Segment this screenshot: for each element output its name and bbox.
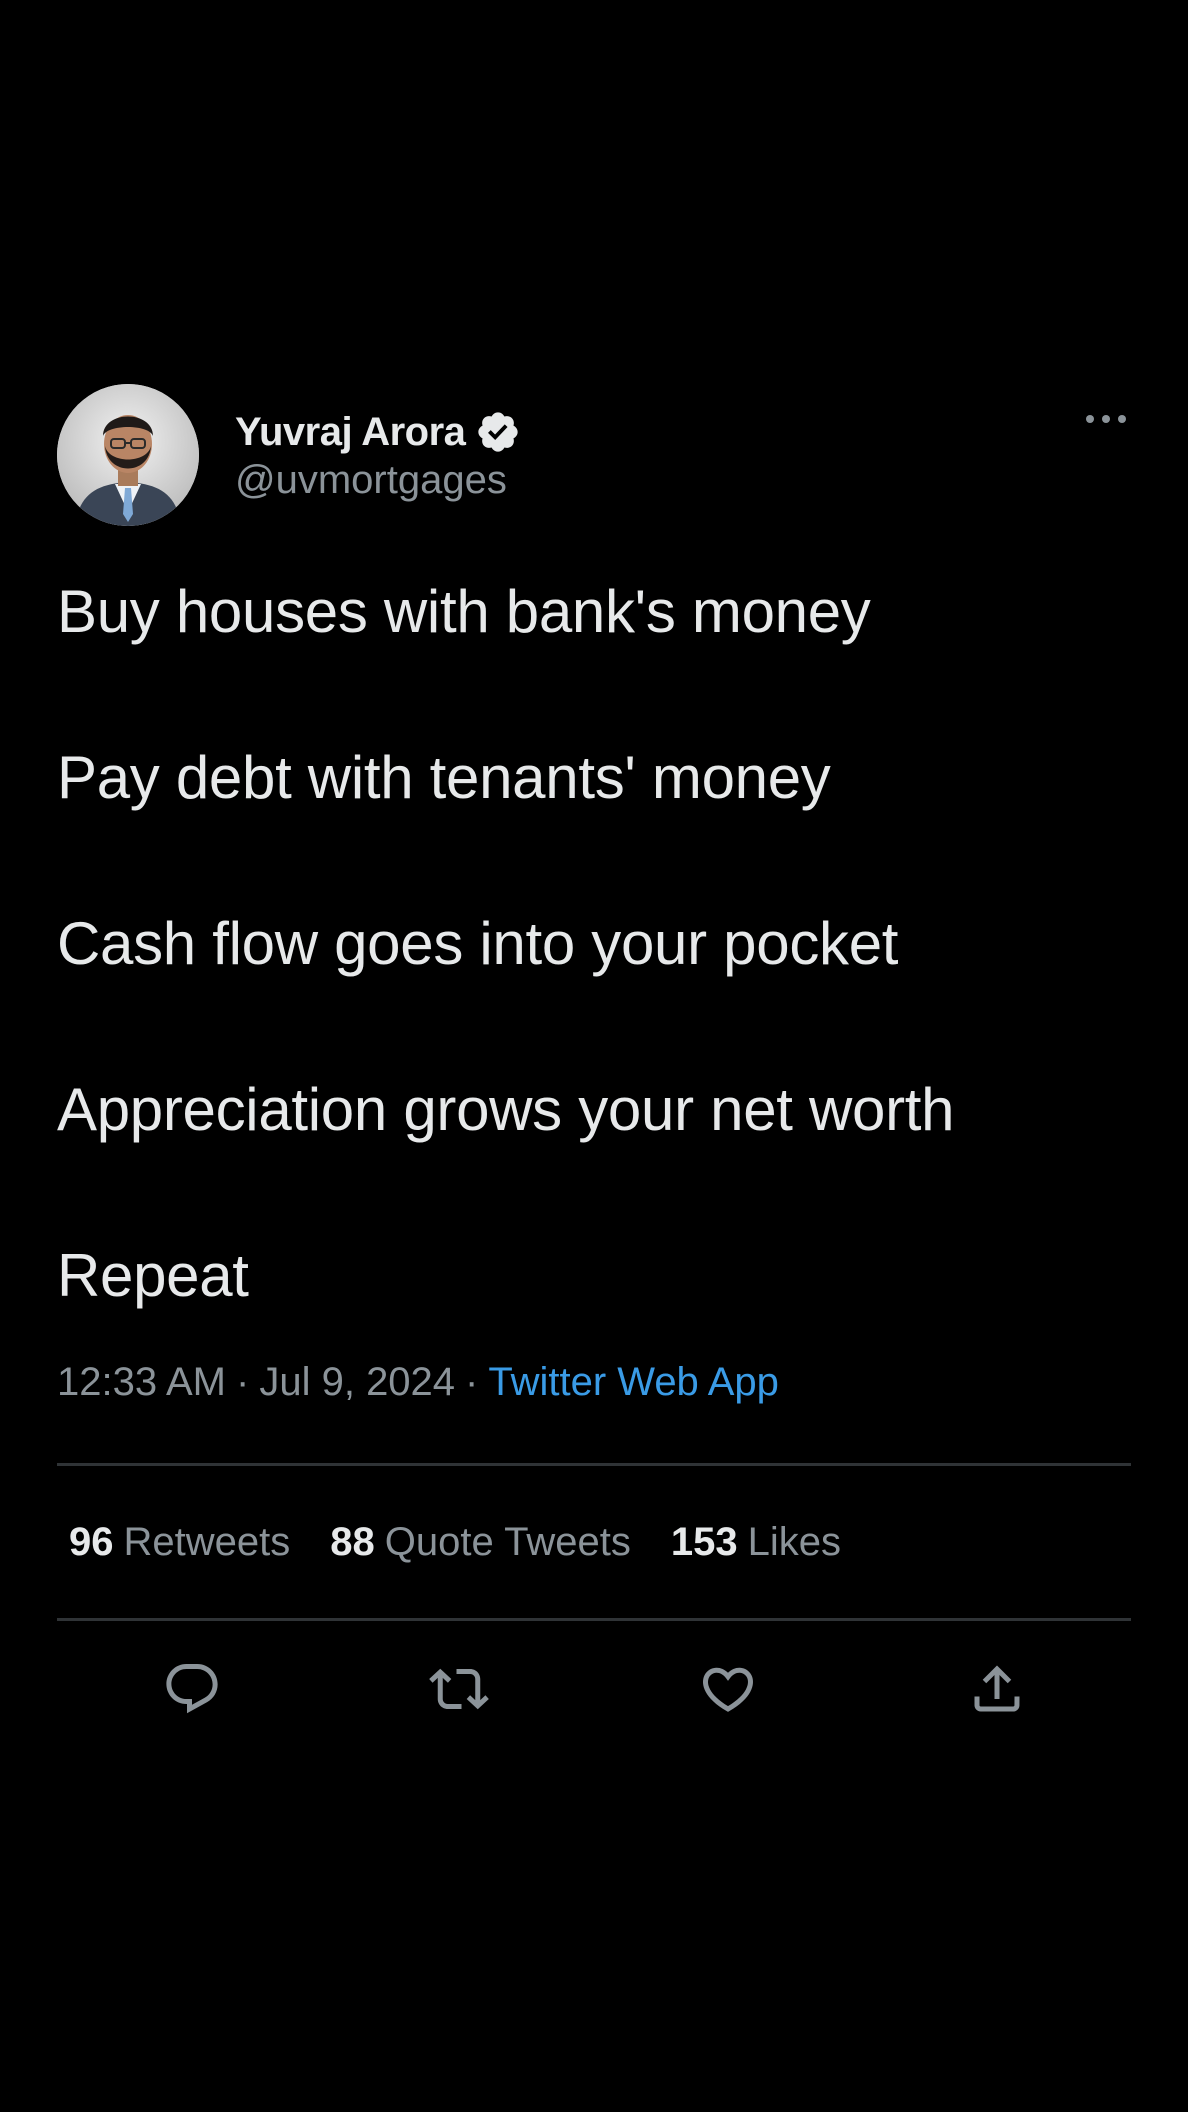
tweet-text: Buy houses with bank's money Pay debt wi… [57,572,1131,1316]
retweet-icon [429,1668,489,1710]
avatar-photo [57,384,199,526]
meta-separator: · [465,1360,479,1404]
tweet-header: Yuvraj Arora @uvmortgages [57,384,1131,528]
quote-tweets-count: 88 [330,1519,375,1564]
display-name[interactable]: Yuvraj Arora [235,410,466,455]
share-button[interactable] [967,1659,1027,1719]
more-options-button[interactable] [1081,404,1131,434]
quote-tweets-stat[interactable]: 88 Quote Tweets [330,1520,631,1565]
tweet-actions [57,1621,1131,1761]
tweet-line: Cash flow goes into your pocket [57,910,899,977]
tweet-line: Pay debt with tenants' money [57,744,831,811]
retweets-count: 96 [69,1519,114,1564]
likes-label: Likes [747,1519,841,1564]
tweet-time[interactable]: 12:33 AM [57,1360,226,1404]
meta-separator: · [236,1360,250,1404]
reply-button[interactable] [162,1659,222,1719]
share-icon [974,1665,1020,1712]
display-name-row: Yuvraj Arora [235,406,521,458]
verified-badge-icon [478,412,519,452]
tweet-line: Repeat [57,1242,249,1309]
avatar[interactable] [57,384,199,526]
reply-icon [166,1664,218,1714]
more-options-icon [1086,415,1126,423]
retweets-stat[interactable]: 96 Retweets [69,1520,290,1565]
user-handle[interactable]: @uvmortgages [235,458,521,503]
like-icon [702,1667,754,1712]
retweet-button[interactable] [429,1659,489,1719]
user-names: Yuvraj Arora @uvmortgages [235,406,521,503]
retweets-label: Retweets [123,1519,291,1564]
tweet-stats: 96 Retweets 88 Quote Tweets 153 Likes [57,1466,1131,1618]
tweet-line: Appreciation grows your net worth [57,1076,955,1143]
tweet-date[interactable]: Jul 9, 2024 [259,1360,455,1404]
likes-stat[interactable]: 153 Likes [671,1520,841,1565]
tweet-metadata: 12:33 AM · Jul 9, 2024 · Twitter Web App [57,1360,1131,1405]
tweet-detail: Yuvraj Arora @uvmortgages Buy houses wit… [57,384,1131,1761]
like-button[interactable] [698,1659,758,1719]
tweet-source-link[interactable]: Twitter Web App [488,1360,779,1404]
likes-count: 153 [670,1519,738,1564]
quote-tweets-label: Quote Tweets [384,1519,631,1564]
tweet-line: Buy houses with bank's money [57,578,871,645]
